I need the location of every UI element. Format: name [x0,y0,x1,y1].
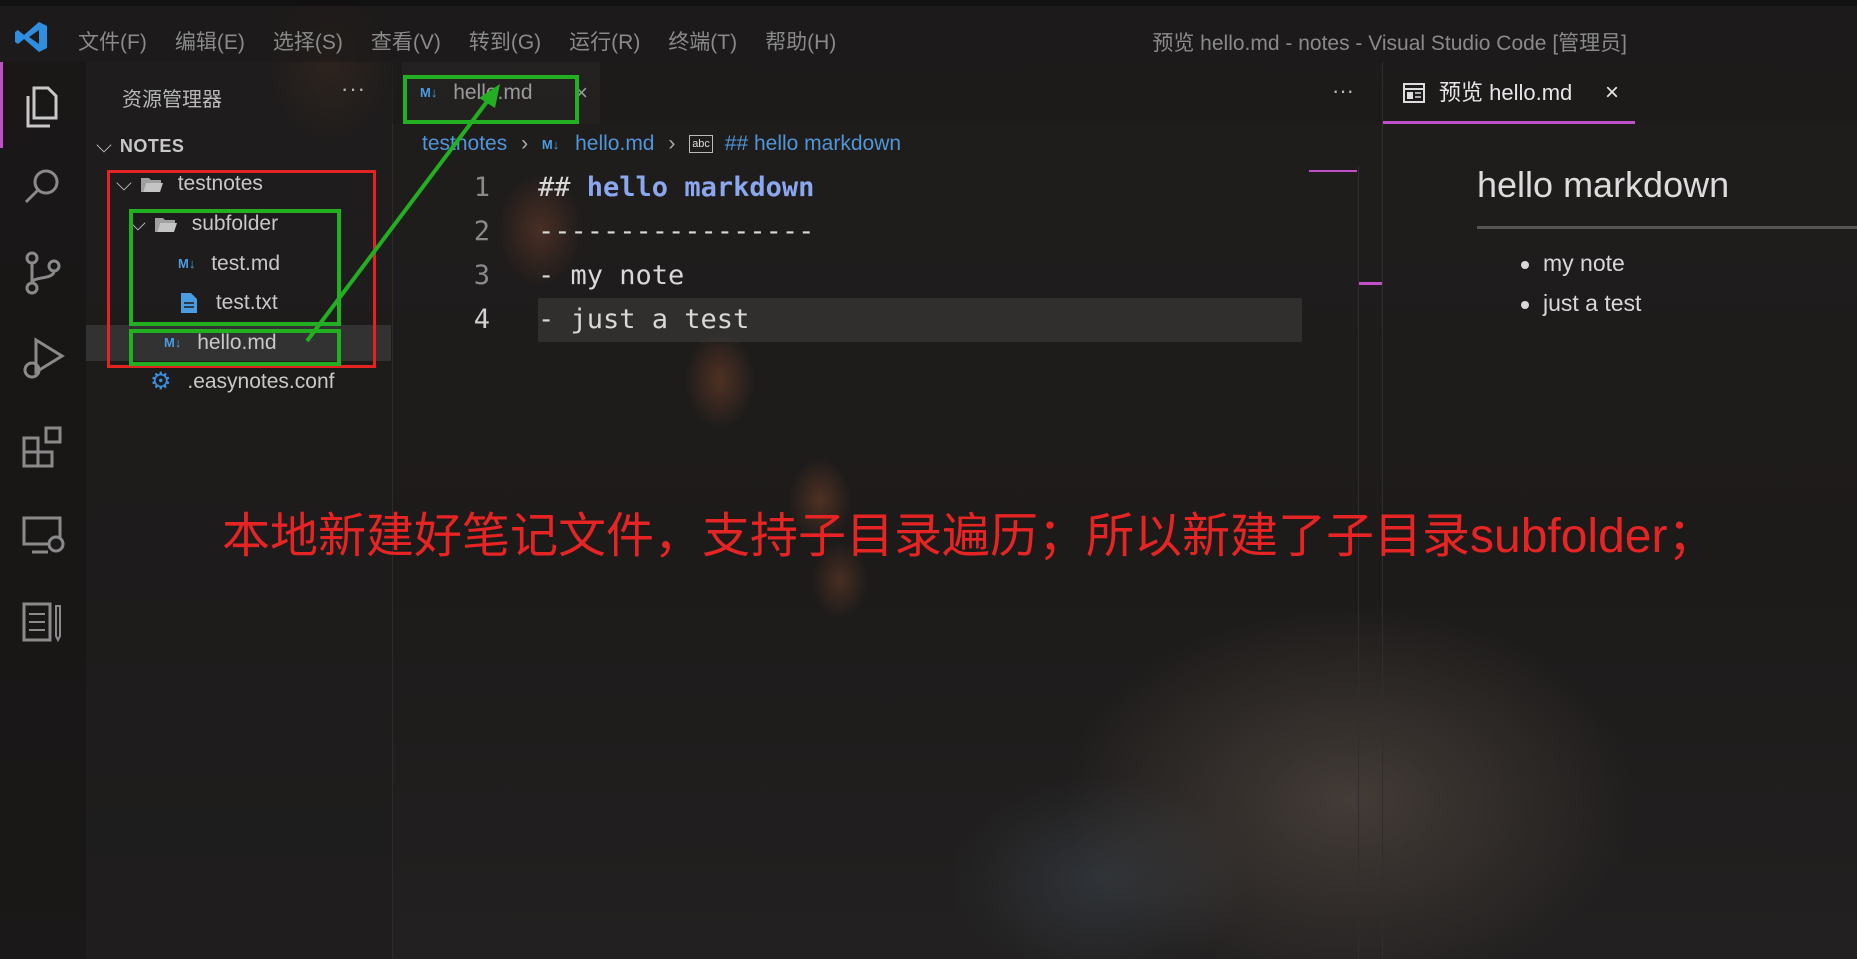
editor-more-icon[interactable]: ··· [1332,78,1354,104]
activity-bar [0,62,86,959]
line-text: ----------------- [538,216,815,247]
extensions-icon[interactable] [18,422,68,472]
files-icon[interactable] [18,82,68,132]
close-icon[interactable]: × [1605,62,1619,124]
line-number: 1 [473,172,490,203]
chevron-right-icon: › [521,132,529,155]
menu-bar: 文件(F) 编辑(E) 选择(S) 查看(V) 转到(G) 运行(R) 终端(T… [78,26,864,56]
breadcrumb-symbol[interactable]: ## hello markdown [725,132,901,155]
explorer-more-icon[interactable]: ··· [341,76,366,102]
preview-icon [1403,83,1425,103]
remote-explorer-icon[interactable] [18,510,68,560]
tab-label: 预览 hello.md [1439,80,1573,105]
chevron-down-icon: ⌵ [96,134,112,157]
annotation-green-box-hello [129,329,341,366]
source-control-icon[interactable] [18,248,68,298]
minimap[interactable] [1309,170,1357,172]
breadcrumb: testnotes › M↓ hello.md › abc ## hello m… [422,132,901,156]
section-notes[interactable]: ⌵ NOTES [96,128,184,164]
line-number: 2 [473,216,490,247]
section-notes-label: NOTES [119,136,185,156]
list-item-text: my note [1543,250,1625,276]
preview-heading: hello markdown [1477,164,1730,205]
preview-list-item: my note [1521,250,1625,277]
preview-rule [1477,226,1857,229]
preview-list-item: just a test [1521,290,1642,317]
list-item-text: just a test [1543,290,1642,316]
menu-file[interactable]: 文件(F) [78,26,147,56]
code-line: 1 ## hello markdown [392,166,1302,210]
scrollbar-marker [1358,282,1382,285]
vscode-logo-icon [15,22,47,52]
preview-tab-bar: 预览 hello.md × [1382,62,1857,124]
tree-label: .easynotes.conf [187,370,335,393]
breadcrumb-file[interactable]: hello.md [575,132,654,155]
menu-run[interactable]: 运行(R) [569,26,640,56]
line-text: - my note [538,260,685,291]
menu-edit[interactable]: 编辑(E) [175,26,245,56]
gear-icon: ⚙ [150,368,172,396]
menu-view[interactable]: 查看(V) [371,26,441,56]
bullet [1521,301,1529,309]
tree-file-easynotes-conf[interactable]: ⚙ .easynotes.conf [150,364,334,400]
explorer-title: 资源管理器 [122,89,222,111]
line-number: 3 [473,260,490,291]
menu-terminal[interactable]: 终端(T) [668,26,737,56]
heading-text: hello markdown [586,172,815,203]
breadcrumb-folder[interactable]: testnotes [422,132,507,155]
markdown-icon: M↓ [541,136,560,152]
annotation-green-box-tab [403,75,579,124]
line-number: 4 [473,304,490,335]
run-debug-icon[interactable] [18,334,68,384]
code-line: 2 ----------------- [392,210,1302,254]
menu-help[interactable]: 帮助(H) [765,26,836,56]
notes-icon[interactable] [18,596,68,646]
tab-preview-hello-md[interactable]: 预览 hello.md × [1383,62,1635,124]
bullet [1521,261,1529,269]
heading-marker: ## [538,172,587,203]
active-indicator [0,62,3,148]
window-title: 预览 hello.md - notes - Visual Studio Code… [1152,32,1627,55]
code-line: 4 - just a test [392,298,1302,342]
symbol-string-icon: abc [689,135,713,154]
annotation-green-box-subfolder [129,209,341,326]
menu-go[interactable]: 转到(G) [469,26,541,56]
line-text: - just a test [538,304,750,335]
menu-selection[interactable]: 选择(S) [273,26,343,56]
chevron-right-icon: › [668,132,676,155]
line-text: ## hello markdown [538,166,814,210]
title-bar: 文件(F) 编辑(E) 选择(S) 查看(V) 转到(G) 运行(R) 终端(T… [0,0,1857,62]
annotation-note: 本地新建好笔记文件，支持子目录遍历；所以新建了子目录subfolder； [222,510,1716,563]
code-line: 3 - my note [392,254,1302,298]
search-icon[interactable] [18,162,68,212]
